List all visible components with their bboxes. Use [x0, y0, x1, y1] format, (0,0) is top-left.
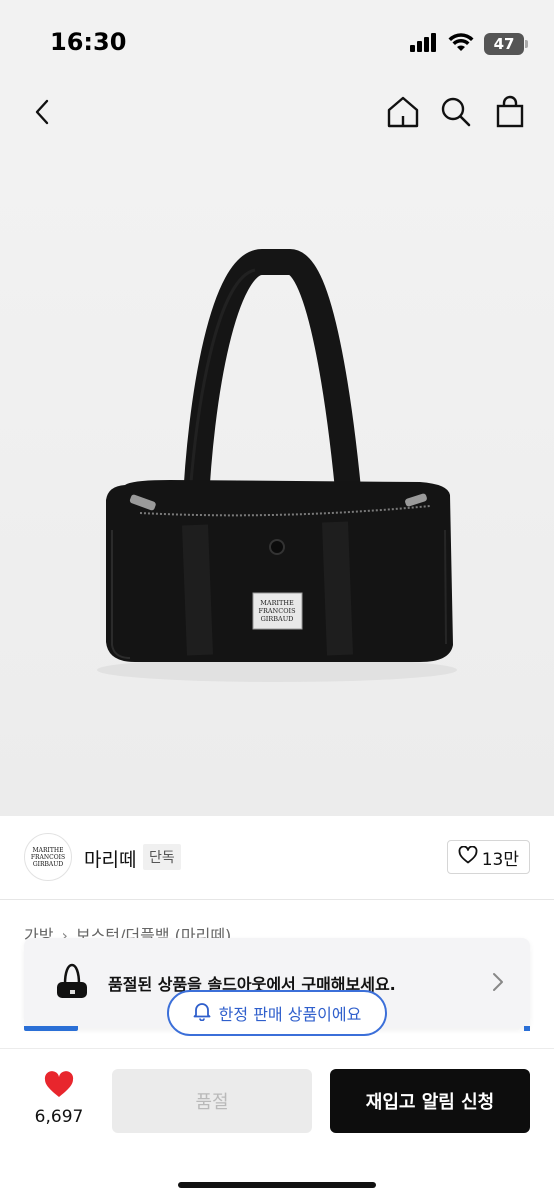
wifi-icon	[448, 32, 474, 56]
bag-label-line-2: FRANCOIS	[258, 607, 295, 615]
home-indicator[interactable]	[178, 1182, 376, 1188]
bottom-action-bar: 6,697 품절 재입고 알림 신청	[0, 1048, 554, 1200]
cellular-signal-icon	[410, 32, 438, 56]
battery-indicator: 47	[484, 33, 528, 55]
shopping-bag-icon	[495, 95, 525, 133]
status-icons: 47	[410, 32, 528, 56]
soldout-thumbnail	[44, 956, 100, 1008]
tab-indicator	[24, 1026, 78, 1031]
wish-button[interactable]: 6,697	[28, 1071, 90, 1127]
brand-like-count: 13만	[481, 849, 519, 870]
brand-row[interactable]: MARITHE FRANCOIS GIRBAUD 마리떼 단독 13만	[0, 816, 554, 900]
back-button[interactable]	[22, 94, 62, 134]
heart-filled-icon	[43, 1071, 75, 1103]
cart-button[interactable]	[490, 94, 530, 134]
status-time: 16:30	[50, 28, 127, 56]
brand-logo-line-3: GIRBAUD	[33, 861, 63, 868]
chevron-left-icon	[32, 98, 52, 130]
home-button[interactable]	[383, 94, 423, 134]
product-image[interactable]: MARITHE FRANCOIS GIRBAUD	[0, 150, 554, 816]
bag-label-line-3: GIRBAUD	[261, 615, 294, 623]
brand-like-button[interactable]: 13만	[446, 840, 530, 874]
home-icon	[386, 95, 420, 133]
status-bar: 16:30 47	[0, 0, 554, 80]
chevron-right-icon	[488, 970, 508, 994]
bag-label-line-1: MARITHE	[260, 599, 294, 607]
wish-count: 6,697	[34, 1107, 84, 1127]
tab-indicator-edge	[524, 1026, 530, 1031]
brand-logo-line-1: MARITHE	[33, 847, 64, 854]
bag-illustration: MARITHE FRANCOIS GIRBAUD	[97, 249, 457, 682]
search-button[interactable]	[436, 94, 476, 134]
brand-name[interactable]: 마리떼	[84, 845, 136, 872]
soldout-button: 품절	[112, 1069, 312, 1133]
search-icon	[440, 96, 472, 132]
restock-alert-button[interactable]: 재입고 알림 신청	[330, 1069, 530, 1133]
heart-outline-icon	[458, 845, 478, 869]
limited-sale-badge: 한정 판매 상품이에요	[167, 990, 387, 1036]
limited-sale-text: 한정 판매 상품이에요	[218, 1005, 362, 1024]
bell-icon	[193, 1001, 211, 1025]
brand-logo-line-2: FRANCOIS	[31, 854, 65, 861]
nav-bar	[0, 80, 554, 150]
brand-logo[interactable]: MARITHE FRANCOIS GIRBAUD	[24, 833, 72, 881]
exclusive-badge: 단독	[143, 844, 181, 870]
